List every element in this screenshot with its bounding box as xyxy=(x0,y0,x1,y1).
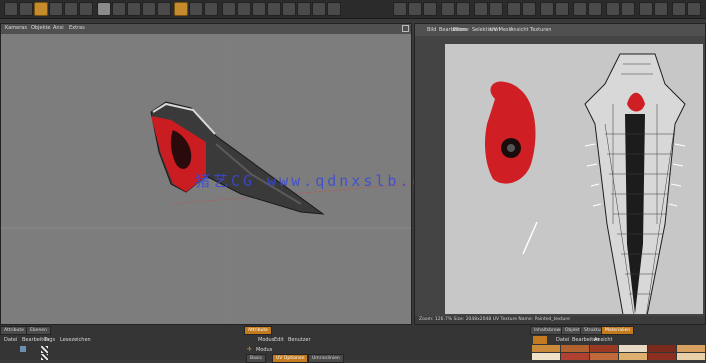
uv-texture-view xyxy=(485,53,686,327)
move-icon[interactable] xyxy=(49,2,63,16)
array-icon[interactable] xyxy=(267,2,281,16)
viewport-menu-ansi[interactable]: Ansi xyxy=(53,25,64,31)
objects-menu-lesezeichen[interactable]: Lesezeichen xyxy=(60,337,91,343)
attr-menu-edit[interactable]: Edit xyxy=(274,337,284,343)
material-swatch[interactable] xyxy=(561,345,589,352)
bp-tool-icon-1[interactable] xyxy=(393,2,407,16)
material-swatch[interactable] xyxy=(532,345,560,352)
bp-tool-icon-9[interactable] xyxy=(522,2,536,16)
objects-menu-datei[interactable]: Datei xyxy=(4,337,17,343)
bp-tool-icon-8[interactable] xyxy=(507,2,521,16)
render-settings-icon[interactable] xyxy=(204,2,218,16)
render-picture-viewer-icon[interactable] xyxy=(189,2,203,16)
uv-menu-ansicht[interactable]: Ansicht xyxy=(510,27,528,33)
attr-item-modus: Modus xyxy=(256,347,273,353)
axis-icon[interactable] xyxy=(97,2,111,16)
material-folder-icon xyxy=(533,336,547,344)
attr-menu-benutzer[interactable]: Benutzer xyxy=(288,337,311,343)
coordinate-icon[interactable] xyxy=(157,2,171,16)
uv-status-bar: Zoom: 126.7% Size: 2048x2048 UV Texture … xyxy=(415,316,705,324)
bp-tool-icon-16[interactable] xyxy=(639,2,653,16)
cube-icon[interactable] xyxy=(222,2,236,16)
material-swatch[interactable] xyxy=(590,353,618,360)
uv-editor-panel: Bild Bearbeiten Ebene Selektieren UV Mes… xyxy=(414,23,706,327)
maximize-icon[interactable] xyxy=(402,25,409,32)
camera-icon[interactable] xyxy=(312,2,326,16)
attr-tab-basis[interactable]: Basis xyxy=(246,354,266,363)
uv-editor-menubar: Bild Bearbeiten Ebene Selektieren UV Mes… xyxy=(415,24,705,36)
y-axis-icon[interactable] xyxy=(127,2,141,16)
mat-menu-ansicht[interactable]: Ansicht xyxy=(594,337,612,343)
bp-tool-icon-6[interactable] xyxy=(474,2,488,16)
bp-tool-icon-14[interactable] xyxy=(606,2,620,16)
bp-tool-icon-17[interactable] xyxy=(654,2,668,16)
bp-tool-icon-19[interactable] xyxy=(687,2,701,16)
viewport-menu-objekte[interactable]: Objekte xyxy=(31,25,51,31)
uv-white-stroke xyxy=(522,221,538,255)
mode-icon: ✛ xyxy=(247,346,253,353)
bp-tool-icon-2[interactable] xyxy=(408,2,422,16)
material-swatch[interactable] xyxy=(677,345,705,352)
uv-menu-bild[interactable]: Bild xyxy=(427,27,436,33)
render-view-icon[interactable] xyxy=(174,2,188,16)
uv-menu-uv-mesh[interactable]: UV Mesh xyxy=(490,27,512,33)
material-swatch[interactable] xyxy=(677,353,705,360)
material-swatch[interactable] xyxy=(561,353,589,360)
uv-canvas[interactable] xyxy=(445,44,703,327)
rotate-icon[interactable] xyxy=(79,2,93,16)
tab-ebenen[interactable]: Ebenen xyxy=(26,326,51,335)
light-icon[interactable] xyxy=(327,2,341,16)
scale-icon[interactable] xyxy=(64,2,78,16)
bp-tool-icon-18[interactable] xyxy=(672,2,686,16)
attribute-header[interactable]: Attribute xyxy=(244,326,272,335)
attr-tab-uv-optionen[interactable]: UV Optionen xyxy=(272,354,309,363)
uv-menu-ebene[interactable]: Ebene xyxy=(453,27,469,33)
material-swatch[interactable] xyxy=(590,345,618,352)
bp-tool-icon-13[interactable] xyxy=(588,2,602,16)
material-swatch[interactable] xyxy=(648,345,676,352)
uv-island-wireframe xyxy=(584,53,686,327)
material-swatch[interactable] xyxy=(648,353,676,360)
bp-tool-icon-7[interactable] xyxy=(489,2,503,16)
mesh-object xyxy=(150,101,325,215)
attr-tab-umrisslinien[interactable]: Umrisslinien xyxy=(308,354,344,363)
attr-menu-modus[interactable]: Modus xyxy=(258,337,274,343)
bp-tool-icon-15[interactable] xyxy=(621,2,635,16)
object-icon[interactable] xyxy=(20,346,26,352)
viewport-menu-kameras[interactable]: Kameras xyxy=(5,25,27,31)
bp-tool-icon-12[interactable] xyxy=(573,2,587,16)
mat-menu-datei[interactable]: Datei xyxy=(556,337,569,343)
uv-menu-texturen[interactable]: Texturen xyxy=(530,27,551,33)
live-selection-icon[interactable] xyxy=(34,2,48,16)
main-toolbar xyxy=(0,0,706,19)
x-axis-icon[interactable] xyxy=(112,2,126,16)
uv-island-red xyxy=(485,81,536,184)
bp-tool-icon-10[interactable] xyxy=(540,2,554,16)
material-swatch[interactable] xyxy=(532,353,560,360)
bp-tool-icon-4[interactable] xyxy=(441,2,455,16)
bp-tool-icon-11[interactable] xyxy=(555,2,569,16)
bp-tool-icon-5[interactable] xyxy=(456,2,470,16)
material-swatch[interactable] xyxy=(619,345,647,352)
deformer-icon[interactable] xyxy=(282,2,296,16)
tab-attribute[interactable]: Attribute xyxy=(0,326,28,335)
bp-tool-icon-3[interactable] xyxy=(423,2,437,16)
floor-icon[interactable] xyxy=(297,2,311,16)
viewport-menu-extras[interactable]: Extras xyxy=(69,25,85,31)
z-axis-icon[interactable] xyxy=(142,2,156,16)
tab-materialien[interactable]: Materialien xyxy=(601,326,635,335)
watermark-text: 猪艺CG www.qdnxslb.cn xyxy=(195,172,436,190)
spline-icon[interactable] xyxy=(237,2,251,16)
nurbs-icon[interactable] xyxy=(252,2,266,16)
redo-icon[interactable] xyxy=(19,2,33,16)
undo-icon[interactable] xyxy=(4,2,18,16)
bottom-dock: Attribute Ebenen Datei Bearbeiten Tags L… xyxy=(0,325,706,363)
objects-menu-tags[interactable]: Tags xyxy=(44,337,55,343)
viewport-menubar: Kameras Objekte Ansi Extras xyxy=(1,24,411,34)
material-swatch[interactable] xyxy=(619,353,647,360)
uvw-tag-icon[interactable] xyxy=(41,354,48,360)
checker-tag-icon[interactable] xyxy=(41,346,48,353)
